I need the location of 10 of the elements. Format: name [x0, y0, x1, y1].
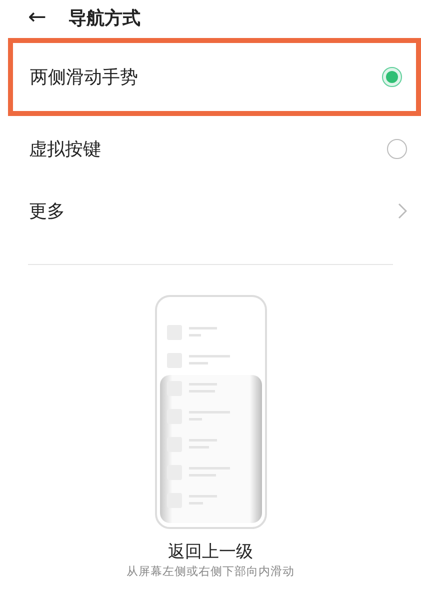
back-button[interactable]: ← [28, 7, 46, 29]
gesture-caption: 返回上一级 [167, 541, 254, 564]
chevron-right-icon [398, 203, 407, 219]
option-row[interactable]: 更多 [0, 180, 421, 242]
option-row[interactable]: 两侧滑动手势 [8, 38, 421, 116]
radio-button[interactable] [387, 139, 407, 159]
page-title: 导航方式 [68, 6, 140, 30]
radio-button[interactable] [382, 67, 402, 87]
option-row[interactable]: 虚拟按键 [0, 118, 421, 180]
gesture-hint: 从屏幕左侧或右侧下部向内滑动 [126, 563, 296, 580]
